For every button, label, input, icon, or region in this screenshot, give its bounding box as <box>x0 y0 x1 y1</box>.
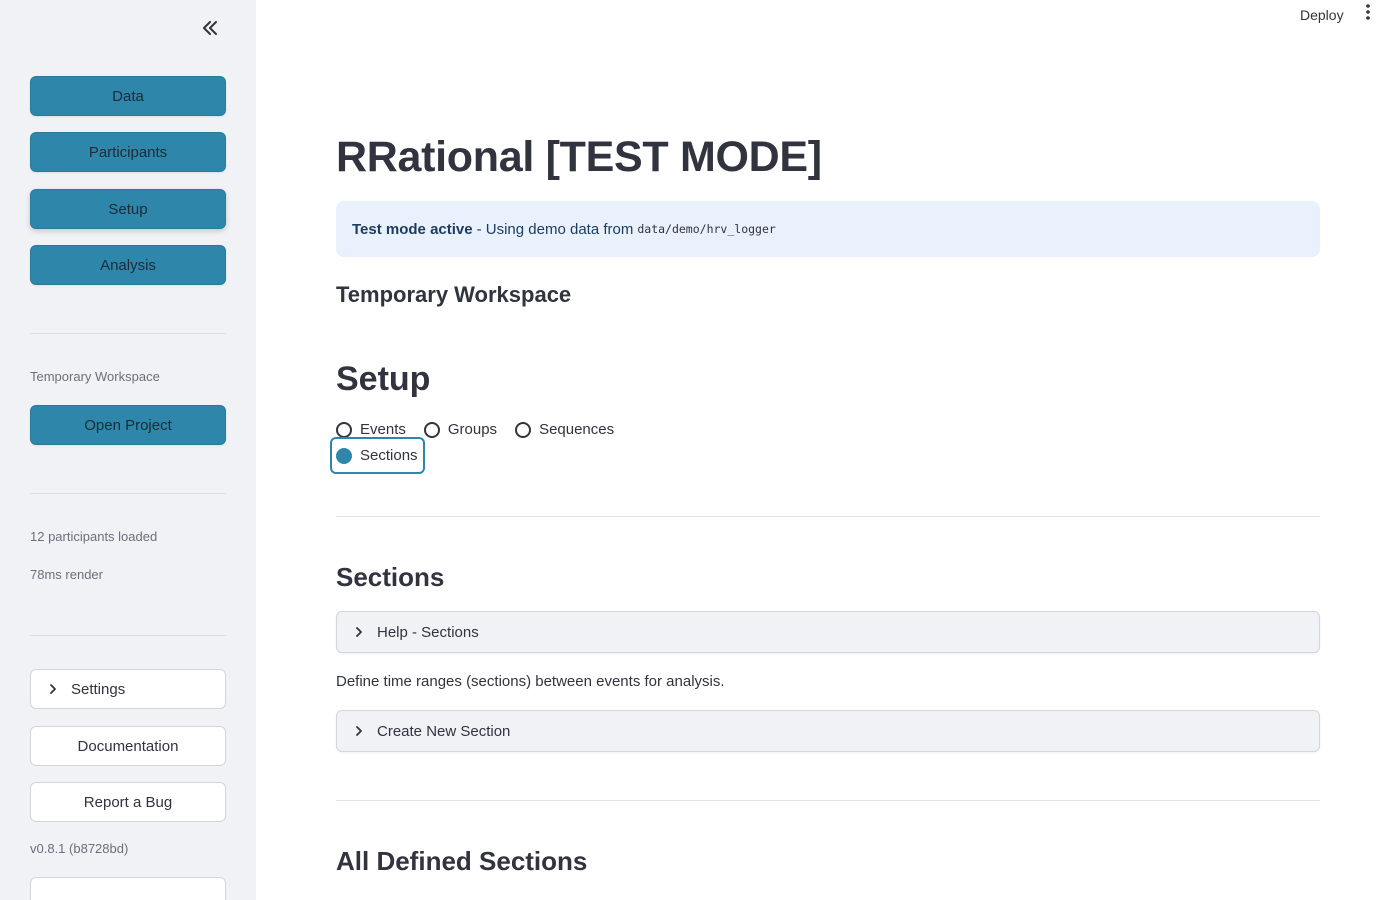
radio-circle <box>423 421 440 438</box>
sidebar: Data Participants Setup Analysis Tempora… <box>0 0 256 900</box>
participants-loaded-text: 12 participants loaded <box>30 529 158 544</box>
nav-data-button[interactable]: Data <box>30 76 226 116</box>
nav-setup-button[interactable]: Setup <box>30 189 226 229</box>
double-chevron-left-icon <box>202 20 218 40</box>
nav-participants-button[interactable]: Participants <box>30 132 226 172</box>
settings-label: Settings <box>71 680 126 698</box>
radio-label: Sections <box>360 447 418 464</box>
sidebar-divider <box>30 333 226 334</box>
expander-label: Help - Sections <box>377 623 479 641</box>
info-bold-text: Test mode active <box>352 220 473 238</box>
chevron-right-icon <box>355 725 363 737</box>
radio-label: Sequences <box>539 421 615 438</box>
collapse-sidebar-button[interactable] <box>196 16 224 44</box>
sidebar-overflow-button[interactable] <box>30 877 226 900</box>
workspace-caption: Temporary Workspace <box>30 369 160 384</box>
test-mode-info-box: Test mode active - Using demo data from … <box>336 201 1320 257</box>
expander-label: Create New Section <box>377 722 511 740</box>
version-text: v0.8.1 (b8728bd) <box>30 841 129 856</box>
all-sections-heading: All Defined Sections <box>336 846 588 876</box>
setup-heading: Setup <box>336 360 431 398</box>
settings-expander[interactable]: Settings <box>30 669 226 709</box>
chevron-right-icon <box>49 683 57 695</box>
info-code: data/demo/hrv_logger <box>637 222 776 236</box>
radio-circle <box>336 421 352 438</box>
sections-description: Define time ranges (sections) between ev… <box>336 673 725 690</box>
setup-radio-group: Events Groups Sequences <box>336 421 632 438</box>
render-time-text: 78ms render <box>30 567 103 582</box>
radio-groups[interactable]: Groups <box>423 421 498 438</box>
main-content: RRational [TEST MODE] Test mode active -… <box>330 0 1320 900</box>
radio-sections[interactable]: Sections <box>330 437 425 474</box>
create-section-expander[interactable]: Create New Section <box>336 710 1320 752</box>
page-title: RRational [TEST MODE] <box>336 133 822 181</box>
radio-circle <box>515 421 532 438</box>
sidebar-divider <box>30 635 226 636</box>
radio-sequences[interactable]: Sequences <box>515 421 614 438</box>
open-project-button[interactable]: Open Project <box>30 405 226 445</box>
sidebar-divider <box>30 493 226 494</box>
radio-label: Events <box>360 421 406 438</box>
workspace-heading: Temporary Workspace <box>336 282 572 307</box>
main-menu-button[interactable] <box>1356 3 1380 25</box>
nav-analysis-button[interactable]: Analysis <box>30 245 226 285</box>
radio-label: Groups <box>447 421 498 438</box>
info-text: - Using demo data from <box>476 220 634 238</box>
section-divider <box>336 516 1320 517</box>
sections-heading: Sections <box>336 562 445 592</box>
radio-circle-selected <box>336 447 352 464</box>
section-divider <box>336 800 1320 801</box>
help-sections-expander[interactable]: Help - Sections <box>336 611 1320 653</box>
radio-events[interactable]: Events <box>336 421 406 438</box>
documentation-button[interactable]: Documentation <box>30 726 226 766</box>
chevron-right-icon <box>355 626 363 638</box>
vertical-dots-icon <box>1366 3 1370 25</box>
report-bug-button[interactable]: Report a Bug <box>30 782 226 822</box>
